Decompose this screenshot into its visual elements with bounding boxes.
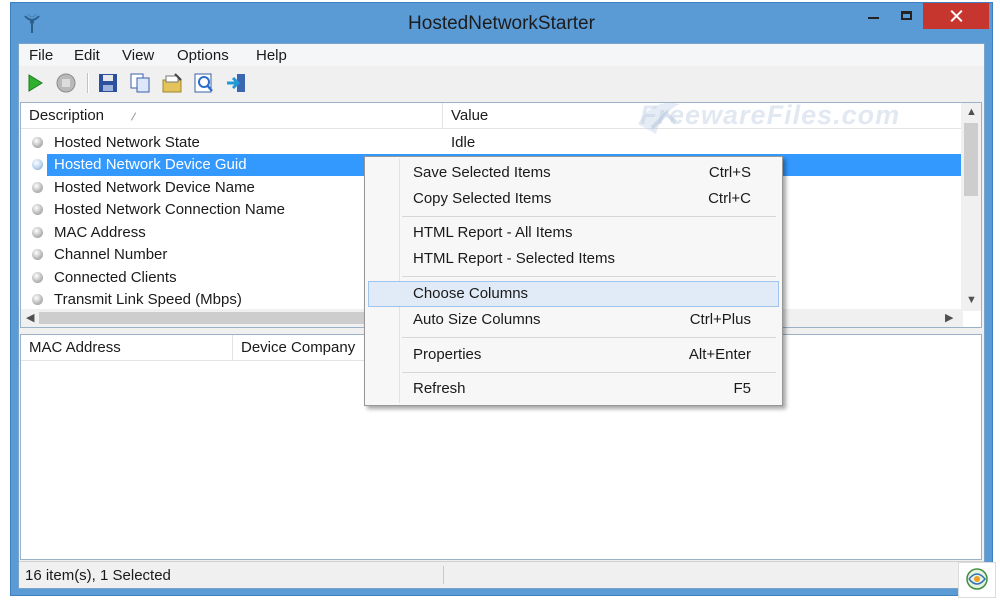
status-bar: 16 item(s), 1 Selected	[19, 561, 984, 588]
title-bar[interactable]: HostedNetworkStarter	[11, 3, 992, 43]
sort-indicator-icon	[130, 112, 137, 121]
item-bullet-icon	[32, 159, 43, 170]
html-report-icon[interactable]	[193, 72, 215, 94]
properties-icon[interactable]	[161, 72, 183, 94]
exit-icon[interactable]	[225, 72, 247, 94]
scroll-up-icon[interactable]: ▲	[966, 107, 977, 118]
row-description: Hosted Network Device Name	[54, 179, 255, 196]
scroll-left-icon[interactable]: ◀	[26, 313, 34, 324]
column-company-label: Device Company	[241, 339, 356, 356]
column-mac-label: MAC Address	[29, 339, 121, 356]
menu-item-label: HTML Report - Selected Items	[413, 250, 616, 267]
save-icon[interactable]	[97, 72, 119, 94]
item-bullet-icon	[32, 204, 43, 215]
menu-item-choose-columns[interactable]: Choose Columns	[368, 281, 779, 307]
menu-item-label: HTML Report - All Items	[413, 224, 573, 241]
menu-item-label: Copy Selected Items	[413, 190, 552, 207]
menu-item-copy-selected[interactable]: Copy Selected Items Ctrl+C	[368, 186, 779, 212]
menu-item-html-report-all[interactable]: HTML Report - All Items	[368, 220, 779, 246]
row-description: Hosted Network State	[54, 134, 200, 151]
row-description: Connected Clients	[54, 269, 177, 286]
table-row[interactable]: Hosted Network State Idle	[21, 132, 961, 154]
maximize-button[interactable]	[893, 3, 923, 29]
row-description: Transmit Link Speed (Mbps)	[54, 291, 242, 308]
menu-file[interactable]: File	[29, 47, 53, 64]
menu-options[interactable]: Options	[177, 47, 229, 64]
status-text: 16 item(s), 1 Selected	[25, 567, 171, 584]
menu-item-save-selected[interactable]: Save Selected Items Ctrl+S	[368, 160, 779, 186]
toolbar-separator	[87, 73, 89, 93]
row-description: Hosted Network Connection Name	[54, 201, 285, 218]
menu-separator	[402, 372, 776, 373]
menu-bar: File Edit View Options Help	[19, 44, 984, 66]
vertical-scrollbar[interactable]: ▲ ▼	[961, 103, 981, 311]
column-value-label: Value	[451, 107, 489, 124]
toolbar	[19, 67, 984, 101]
scroll-right-icon[interactable]: ▶	[945, 313, 953, 324]
row-description: Channel Number	[54, 246, 168, 263]
status-separator	[443, 566, 444, 584]
menu-separator	[402, 216, 776, 217]
scroll-down-icon[interactable]: ▼	[966, 295, 977, 306]
menu-item-refresh[interactable]: Refresh F5	[368, 376, 779, 402]
menu-item-label: Auto Size Columns	[413, 311, 541, 328]
row-description: Hosted Network Device Guid	[54, 156, 247, 173]
menu-item-label: Refresh	[413, 380, 466, 397]
window-title: HostedNetworkStarter	[408, 13, 595, 34]
menu-item-html-report-selected[interactable]: HTML Report - Selected Items	[368, 246, 779, 272]
row-description: MAC Address	[54, 224, 146, 241]
minimize-button[interactable]	[859, 3, 889, 29]
close-button[interactable]	[923, 3, 989, 29]
site-logo-icon	[958, 562, 996, 598]
menu-item-label: Save Selected Items	[413, 164, 551, 181]
item-bullet-icon	[32, 294, 43, 305]
start-icon[interactable]	[24, 72, 46, 94]
vertical-scroll-thumb[interactable]	[964, 123, 978, 196]
menu-help[interactable]: Help	[256, 47, 287, 64]
menu-separator	[402, 276, 776, 277]
menu-item-shortcut: Ctrl+C	[708, 190, 751, 207]
stop-icon[interactable]	[55, 72, 77, 94]
menu-item-shortcut: Ctrl+Plus	[689, 311, 751, 328]
menu-item-auto-size-columns[interactable]: Auto Size Columns Ctrl+Plus	[368, 307, 779, 333]
context-menu: Save Selected Items Ctrl+S Copy Selected…	[364, 156, 783, 406]
item-bullet-icon	[32, 227, 43, 238]
column-header-mac-address[interactable]: MAC Address	[21, 335, 233, 361]
row-value: Idle	[451, 134, 476, 151]
menu-view[interactable]: View	[122, 47, 154, 64]
menu-item-shortcut: F5	[733, 380, 751, 397]
copy-icon[interactable]	[129, 72, 151, 94]
item-bullet-icon	[32, 182, 43, 193]
menu-item-properties[interactable]: Properties Alt+Enter	[368, 342, 779, 368]
item-bullet-icon	[32, 249, 43, 260]
column-header-description[interactable]: Description	[21, 103, 443, 129]
watermark-text: FreewareFiles.com	[640, 100, 901, 130]
item-bullet-icon	[32, 272, 43, 283]
item-bullet-icon	[32, 137, 43, 148]
menu-item-shortcut: Alt+Enter	[688, 346, 751, 363]
menu-item-label: Properties	[413, 346, 482, 363]
menu-separator	[402, 337, 776, 338]
menu-item-label: Choose Columns	[413, 285, 529, 302]
column-description-label: Description	[29, 107, 105, 124]
menu-item-shortcut: Ctrl+S	[708, 164, 751, 181]
horizontal-scroll-thumb[interactable]	[39, 312, 369, 324]
menu-edit[interactable]: Edit	[74, 47, 100, 64]
